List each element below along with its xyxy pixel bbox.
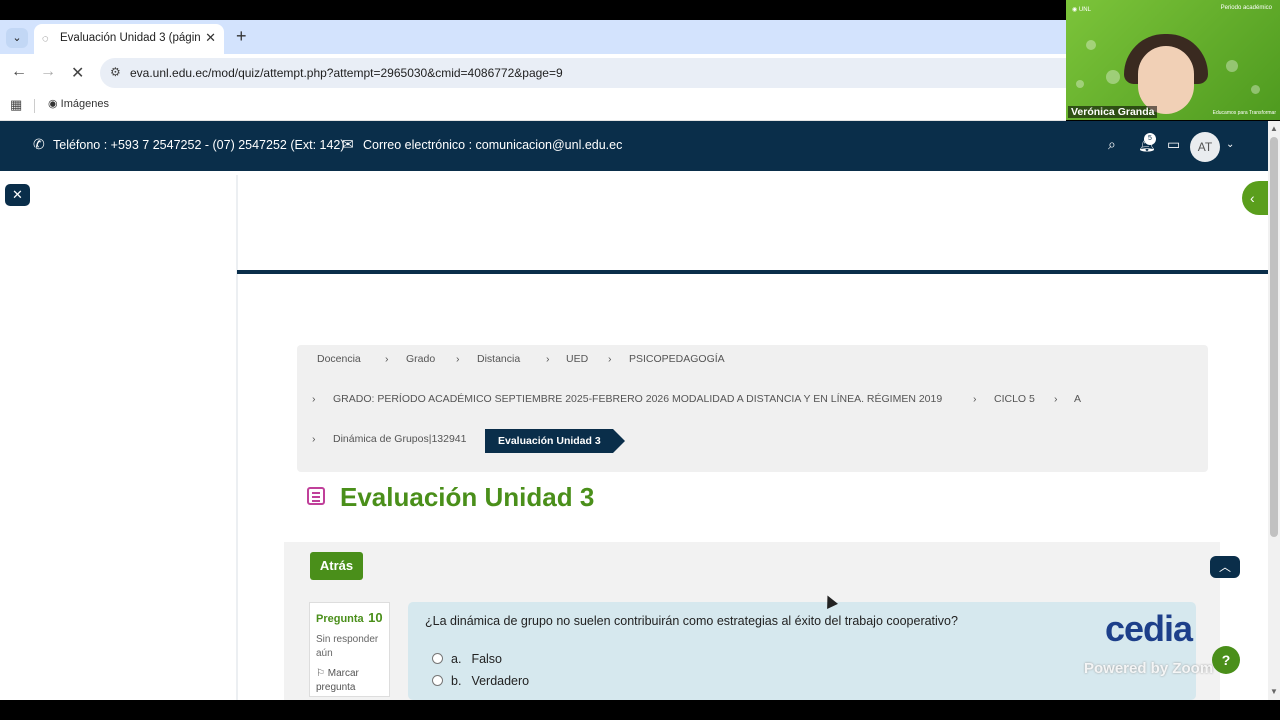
- drawer-edge: [236, 175, 238, 700]
- breadcrumb-item[interactable]: Distancia: [477, 353, 520, 365]
- bokeh-dot: [1226, 60, 1238, 72]
- breadcrumb-item[interactable]: CICLO 5: [994, 393, 1035, 405]
- google-icon: ◉: [48, 98, 58, 110]
- bokeh-dot: [1086, 40, 1096, 50]
- scroll-thumb[interactable]: [1270, 137, 1278, 537]
- radio-button[interactable]: [432, 675, 443, 686]
- omnibox[interactable]: ⚙ eva.unl.edu.ec/mod/quiz/attempt.php?at…: [100, 58, 1066, 88]
- chevron-right-icon: ›: [456, 353, 460, 365]
- header-email: Correo electrónico : comunicacion@unl.ed…: [363, 138, 623, 152]
- bokeh-dot: [1076, 80, 1084, 88]
- notification-count: 5: [1144, 133, 1156, 145]
- chevron-down-icon[interactable]: ⌄: [1226, 139, 1234, 150]
- scroll-up-icon[interactable]: ▲: [1270, 124, 1278, 133]
- search-icon[interactable]: ⌕: [1108, 136, 1116, 153]
- breadcrumb-arrow: [612, 429, 625, 453]
- scroll-down-icon[interactable]: ▼: [1270, 687, 1278, 696]
- question-state: Sin responder aún: [316, 634, 379, 659]
- bokeh-dot: [1251, 85, 1260, 94]
- option-text: Falso: [471, 652, 503, 666]
- bookmark-imagenes[interactable]: ◉ Imágenes: [48, 97, 109, 110]
- chevron-right-icon: ›: [608, 353, 612, 365]
- new-tab-icon[interactable]: +: [236, 26, 247, 47]
- site-header: ✆ Teléfono : +593 7 2547252 - (07) 25472…: [0, 121, 1268, 171]
- bookmark-separator: [34, 99, 35, 113]
- question-text: ¿La dinámica de grupo no suelen contribu…: [425, 614, 958, 628]
- chevron-right-icon: ›: [385, 353, 389, 365]
- close-tab-icon[interactable]: ✕: [205, 30, 216, 46]
- breadcrumb-active: Evaluación Unidad 3: [485, 429, 625, 453]
- participant-video: ◉ UNL Periodo académico Verónica Granda …: [1066, 0, 1280, 120]
- page-title: Evaluación Unidad 3: [340, 482, 595, 512]
- close-drawer-button[interactable]: ✕: [5, 184, 30, 206]
- flag-icon: ⚐: [316, 668, 325, 679]
- breadcrumb-item[interactable]: UED: [566, 353, 588, 365]
- answer-option[interactable]: b. Verdadero: [432, 674, 529, 688]
- tab-title: Evaluación Unidad 3 (página 10: [60, 32, 200, 44]
- quiz-icon-line: [312, 492, 320, 494]
- bookmark-label: Imágenes: [60, 98, 109, 110]
- video-tagline: Educamos para Transformar: [1212, 110, 1276, 116]
- url-text[interactable]: eva.unl.edu.ec/mod/quiz/attempt.php?atte…: [130, 66, 563, 80]
- option-letter: a.: [451, 652, 462, 666]
- chevron-right-icon: ›: [312, 393, 316, 405]
- address-bar-row: ← → ✕ ⚙ eva.unl.edu.ec/mod/quiz/attempt.…: [0, 54, 1066, 92]
- question-number: 10: [368, 610, 383, 625]
- page-scrollbar[interactable]: ▲ ▼: [1268, 121, 1280, 700]
- breadcrumb-item[interactable]: PSICOPEDAGOGÍA: [629, 353, 725, 365]
- breadcrumb-active-label: Evaluación Unidad 3: [498, 435, 601, 447]
- breadcrumb-item[interactable]: A: [1074, 393, 1081, 405]
- quiz-icon-line: [312, 496, 320, 498]
- stop-loading-icon[interactable]: ✕: [71, 63, 84, 83]
- quiz-icon-line: [312, 500, 320, 502]
- powered-by-zoom-watermark: Powered by Zoom: [1084, 660, 1214, 677]
- messages-icon[interactable]: ▭: [1167, 136, 1180, 153]
- question-label: Pregunta: [316, 613, 364, 625]
- option-text: Verdadero: [471, 674, 530, 688]
- back-arrow-icon[interactable]: ←: [11, 63, 27, 81]
- loading-icon: ◌: [42, 33, 49, 45]
- browser-tabstrip: ⌄ ◌ Evaluación Unidad 3 (página 10 ✕ +: [0, 20, 1066, 54]
- chevron-right-icon: ›: [973, 393, 977, 405]
- cedia-logo: cedia: [1105, 608, 1193, 649]
- bottom-black-bar: [0, 700, 1280, 720]
- breadcrumb-item[interactable]: GRADO: PERÍODO ACADÉMICO SEPTIEMBRE 2025…: [333, 393, 942, 405]
- apps-grid-icon[interactable]: ▦: [10, 97, 22, 113]
- mail-icon: ✉: [342, 136, 354, 152]
- video-overlay-title: Periodo académico: [1220, 5, 1272, 11]
- radio-button[interactable]: [432, 653, 443, 664]
- question-content: ¿La dinámica de grupo no suelen contribu…: [408, 602, 1196, 700]
- flag-question-button[interactable]: ⚐ Marcar pregunta: [316, 667, 383, 695]
- breadcrumb: Docencia › Grado › Distancia › UED › PSI…: [297, 345, 1208, 472]
- help-button[interactable]: ?: [1212, 646, 1240, 674]
- quiz-icon: [307, 487, 325, 505]
- unl-logo-icon: ◉ UNL: [1072, 7, 1091, 13]
- option-letter: b.: [451, 674, 462, 688]
- site-info-icon[interactable]: ⚙: [110, 65, 121, 79]
- avatar[interactable]: AT: [1190, 132, 1220, 162]
- participant-face: [1138, 46, 1194, 114]
- answer-option[interactable]: a. Falso: [432, 652, 502, 666]
- breadcrumb-item[interactable]: Grado: [406, 353, 435, 365]
- chevron-right-icon: ›: [546, 353, 550, 365]
- chevron-right-icon: ›: [1054, 393, 1058, 405]
- breadcrumb-item[interactable]: Dinámica de Grupos|132941: [333, 433, 466, 445]
- bokeh-dot: [1106, 70, 1120, 84]
- course-header-divider: [237, 270, 1268, 274]
- chevron-up-icon[interactable]: ︿: [1210, 556, 1240, 578]
- participant-name: Verónica Granda: [1068, 106, 1158, 118]
- forward-arrow-icon[interactable]: →: [40, 63, 56, 81]
- chevron-right-icon: ›: [312, 433, 316, 445]
- header-phone: Teléfono : +593 7 2547252 - (07) 2547252…: [53, 138, 345, 152]
- web-page: ✆ Teléfono : +593 7 2547252 - (07) 25472…: [0, 121, 1268, 700]
- question-info: Pregunta 10 Sin responder aún ⚐ Marcar p…: [309, 602, 390, 697]
- back-button[interactable]: Atrás: [310, 552, 363, 580]
- open-right-drawer-button[interactable]: ‹: [1242, 181, 1268, 215]
- tab-search-icon[interactable]: ⌄: [6, 28, 28, 48]
- phone-icon: ✆: [33, 136, 45, 152]
- bookmarks-bar: ▦ ◉ Imágenes: [0, 92, 1066, 121]
- breadcrumb-item[interactable]: Docencia: [317, 353, 361, 365]
- browser-tab-active[interactable]: ◌ Evaluación Unidad 3 (página 10 ✕: [34, 24, 224, 54]
- quiz-area: Atrás ︿ Pregunta 10 Sin responder aún ⚐ …: [284, 542, 1240, 700]
